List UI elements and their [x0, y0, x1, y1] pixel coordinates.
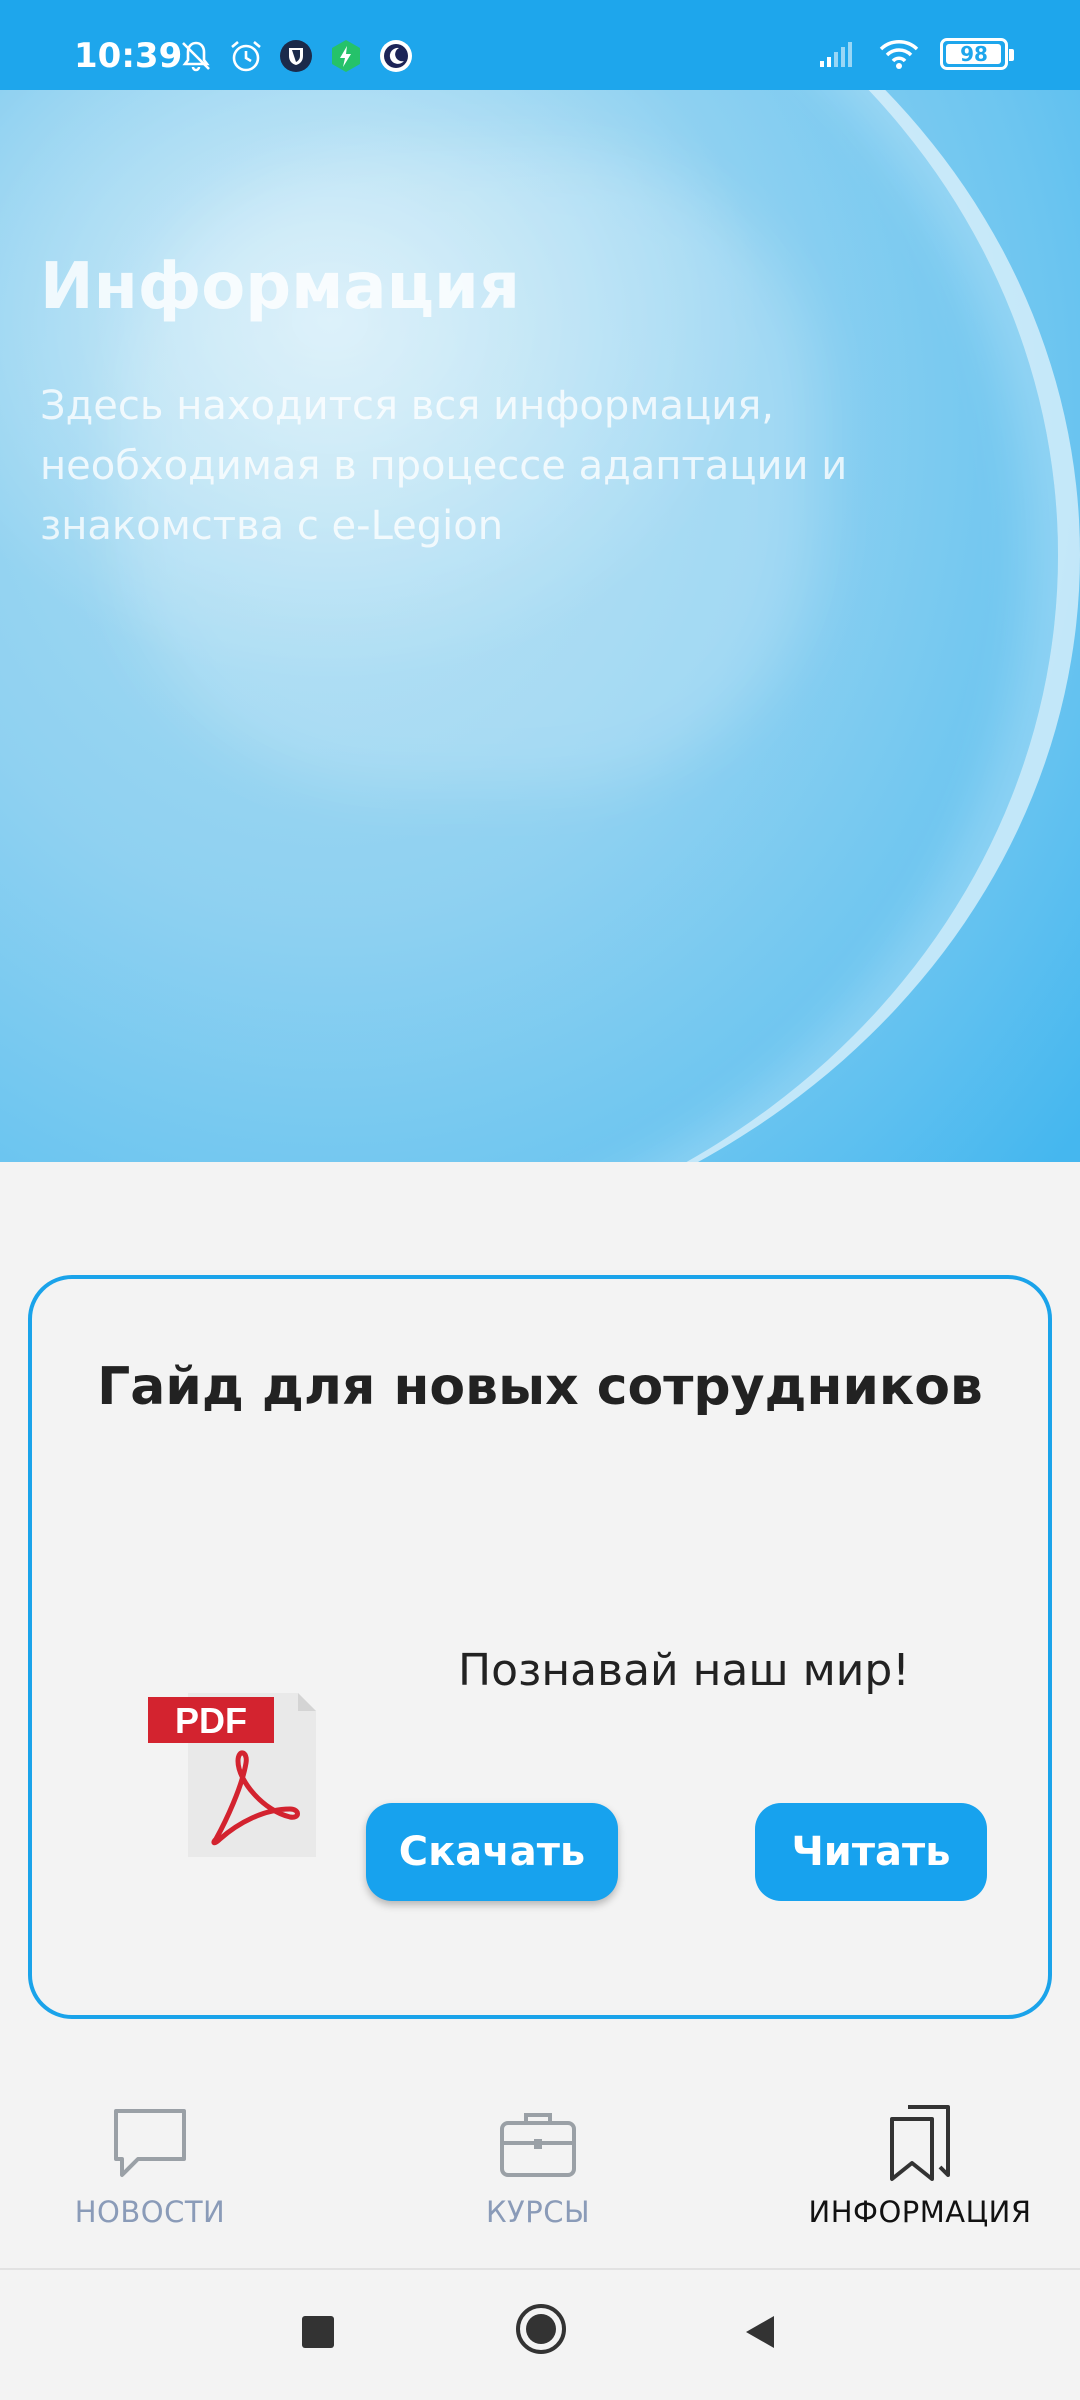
chat-bubble-icon — [114, 2109, 186, 2177]
pdf-file-icon: PDF — [148, 1693, 316, 1857]
nav-label-courses: КУРСЫ — [485, 2195, 591, 2229]
back-triangle-icon[interactable] — [740, 2312, 780, 2352]
briefcase-icon — [500, 2113, 576, 2177]
recents-square-icon[interactable] — [298, 2312, 338, 2352]
pdf-badge-label: PDF — [175, 1700, 247, 1741]
battery-level: 98 — [960, 42, 988, 66]
nav-label-information: ИНФОРМАЦИЯ — [808, 2195, 1032, 2229]
page-title: Информация — [40, 250, 520, 324]
nav-label-news: НОВОСТИ — [74, 2195, 226, 2229]
guide-card[interactable]: Гайд для новых сотрудников PDF Познавай … — [28, 1275, 1052, 2019]
status-bar: 10:39 98 — [0, 0, 1080, 90]
bookmarks-icon — [890, 2105, 950, 2181]
nav-item-courses[interactable]: КУРСЫ — [458, 2103, 618, 2229]
system-navigation-bar — [0, 2272, 1080, 2400]
guide-tagline: Познавай наш мир! — [458, 1645, 910, 1696]
nav-item-news[interactable]: НОВОСТИ — [70, 2103, 230, 2229]
bell-off-icon — [182, 41, 210, 72]
battery-indicator: 98 — [940, 38, 1014, 70]
status-time: 10:39 — [74, 36, 183, 76]
home-circle-icon[interactable] — [514, 2302, 568, 2356]
bolt-app-icon — [332, 40, 360, 72]
hero-banner: Информация Здесь находится вся информаци… — [0, 90, 1080, 1162]
system-status-icons: 98 — [818, 38, 1014, 70]
nav-item-information[interactable]: ИНФОРМАЦИЯ — [808, 2103, 1032, 2229]
guide-title: Гайд для новых сотрудников — [97, 1357, 983, 1417]
signal-icon — [820, 42, 852, 67]
wifi-icon — [879, 40, 919, 69]
alarm-icon — [231, 41, 261, 72]
bottom-navigation: НОВОСТИ КУРСЫ ИНФОРМАЦИЯ — [0, 2055, 1080, 2270]
notification-icons — [178, 38, 414, 74]
download-button[interactable]: Скачать — [366, 1803, 618, 1901]
shield-app-icon — [280, 40, 312, 72]
moon-app-icon — [380, 40, 412, 72]
page-subtitle: Здесь находится вся информация, необходи… — [40, 383, 848, 549]
read-button[interactable]: Читать — [755, 1803, 987, 1901]
